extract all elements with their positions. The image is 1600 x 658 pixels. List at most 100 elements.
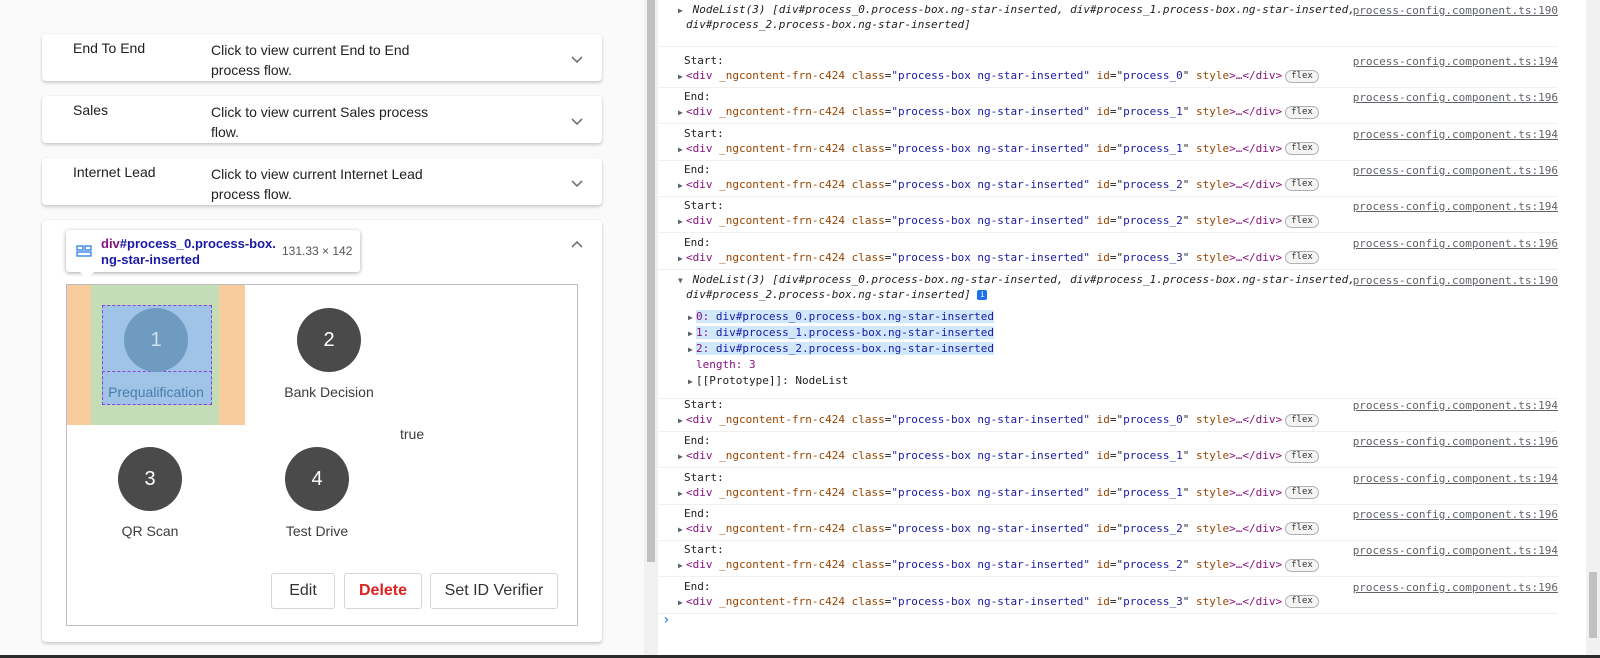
console-nodelist-message[interactable]: ▶ NodeList(3) [div#process_0.process-box… xyxy=(658,0,1558,47)
console-log-message[interactable]: Start: process-config.component.ts:194 ▶ <d… xyxy=(658,51,1558,88)
console-nodelist-expanded[interactable]: ▼ NodeList(3) [div#process_0.process-box… xyxy=(658,270,1558,399)
info-icon[interactable]: i xyxy=(977,290,988,300)
expand-triangle-icon[interactable]: ▶ xyxy=(688,313,696,322)
element-preview[interactable]: ▶ <div _ngcontent-frn-c424 class="process… xyxy=(678,486,1319,500)
expand-triangle-icon[interactable]: ▶ xyxy=(678,72,686,81)
flex-badge[interactable]: flex xyxy=(1285,558,1319,572)
log-label: Start: xyxy=(684,126,724,140)
console-log-message[interactable]: Start: process-config.component.ts:194 ▶ <d… xyxy=(658,395,1558,432)
flex-badge[interactable]: flex xyxy=(1285,214,1319,228)
source-link[interactable]: process-config.component.ts:190 xyxy=(1353,4,1558,17)
log-label: End: xyxy=(684,90,711,104)
source-link[interactable]: process-config.component.ts:196 xyxy=(1353,164,1558,177)
element-preview[interactable]: ▶ <div _ngcontent-frn-c424 class="process… xyxy=(678,214,1319,228)
source-link[interactable]: process-config.component.ts:196 xyxy=(1353,435,1558,448)
expand-triangle-icon[interactable]: ▶ xyxy=(678,108,686,117)
collapse-triangle-icon[interactable]: ▼ xyxy=(678,274,686,288)
element-preview[interactable]: ▶ <div _ngcontent-frn-c424 class="process… xyxy=(678,595,1319,608)
expand-triangle-icon[interactable]: ▶ xyxy=(678,145,686,154)
element-preview[interactable]: ▶ <div _ngcontent-frn-c424 class="process… xyxy=(678,69,1319,83)
nodelist-item[interactable]: ▶ 2: div#process_2.process-box.ng-star-in… xyxy=(688,342,995,355)
console-log-message[interactable]: Start: process-config.component.ts:194 ▶ <d… xyxy=(658,468,1558,505)
flex-badge[interactable]: flex xyxy=(1285,413,1319,427)
flex-badge[interactable]: flex xyxy=(1285,105,1319,119)
expand-triangle-icon[interactable]: ▶ xyxy=(678,217,686,226)
element-preview[interactable]: ▶ <div _ngcontent-frn-c424 class="process… xyxy=(678,251,1319,264)
flex-badge[interactable]: flex xyxy=(1285,522,1319,536)
console-log-message[interactable]: Start: process-config.component.ts:194 ▶ <d… xyxy=(658,196,1558,234)
chevron-down-icon[interactable] xyxy=(568,112,586,130)
console-prompt[interactable]: › xyxy=(662,612,670,628)
source-link[interactable]: process-config.component.ts:196 xyxy=(1353,91,1558,104)
flex-badge[interactable]: flex xyxy=(1285,449,1319,463)
console-log-message[interactable]: End: process-config.component.ts:196 ▶ <div… xyxy=(658,577,1558,614)
console-log-message[interactable]: Start: process-config.component.ts:194 ▶ <d… xyxy=(658,124,1558,161)
expand-triangle-icon[interactable]: ▶ xyxy=(678,489,686,498)
source-link[interactable]: process-config.component.ts:194 xyxy=(1353,472,1558,485)
source-link[interactable]: process-config.component.ts:196 xyxy=(1353,508,1558,521)
source-link[interactable]: process-config.component.ts:196 xyxy=(1353,581,1558,594)
edit-button[interactable]: Edit xyxy=(271,573,335,609)
nodelist-item[interactable]: ▶ 0: div#process_0.process-box.ng-star-in… xyxy=(688,310,995,323)
expand-triangle-icon[interactable]: ▶ xyxy=(678,525,686,534)
nodelist-summary[interactable]: ▼ NodeList(3) [div#process_0.process-box… xyxy=(678,273,1378,302)
element-preview[interactable]: ▶ <div _ngcontent-frn-c424 class="process… xyxy=(678,105,1319,119)
chevron-up-icon[interactable] xyxy=(568,236,586,254)
source-link[interactable]: process-config.component.ts:194 xyxy=(1353,399,1558,412)
element-preview[interactable]: ▶ <div _ngcontent-frn-c424 class="process… xyxy=(678,413,1319,427)
console-log-message[interactable]: End: process-config.component.ts:196 ▶ <div… xyxy=(658,233,1558,270)
flex-badge[interactable]: flex xyxy=(1285,69,1319,83)
element-preview[interactable]: ▶ <div _ngcontent-frn-c424 class="process… xyxy=(678,558,1319,572)
step-number: 1 xyxy=(124,308,188,372)
process-step-1[interactable]: 1 Prequalification xyxy=(101,308,211,400)
expand-triangle-icon[interactable]: ▶ xyxy=(688,329,696,338)
process-step-3[interactable]: 3 QR Scan xyxy=(95,447,205,539)
console-log-message[interactable]: End: process-config.component.ts:196 ▶ <div… xyxy=(658,504,1558,541)
console-log-message[interactable]: End: process-config.component.ts:196 ▶ <div… xyxy=(658,160,1558,197)
delete-button[interactable]: Delete xyxy=(344,573,422,609)
expand-triangle-icon[interactable]: ▶ xyxy=(678,254,686,263)
process-flow-box: 1 Prequalification 2 Bank Decision true … xyxy=(66,284,578,626)
flex-badge[interactable]: flex xyxy=(1285,251,1319,264)
expand-triangle-icon[interactable]: ▶ xyxy=(678,4,686,18)
element-preview[interactable]: ▶ <div _ngcontent-frn-c424 class="process… xyxy=(678,142,1319,156)
source-link[interactable]: process-config.component.ts:194 xyxy=(1353,544,1558,557)
expand-triangle-icon[interactable]: ▶ xyxy=(678,416,686,425)
flex-badge[interactable]: flex xyxy=(1285,486,1319,500)
element-preview[interactable]: ▶ <div _ngcontent-frn-c424 class="process… xyxy=(678,178,1319,192)
source-link[interactable]: process-config.component.ts:196 xyxy=(1353,237,1558,250)
expand-triangle-icon[interactable]: ▶ xyxy=(678,181,686,190)
panel-end-to-end[interactable]: End To End Click to view current End to … xyxy=(42,34,602,81)
process-step-4[interactable]: 4 Test Drive xyxy=(262,447,372,539)
source-link[interactable]: process-config.component.ts:190 xyxy=(1353,274,1558,287)
console-scroll-thumb[interactable] xyxy=(1589,572,1597,638)
console-log-message[interactable]: End: process-config.component.ts:196 ▶ <div… xyxy=(658,87,1558,125)
source-link[interactable]: process-config.component.ts:194 xyxy=(1353,200,1558,213)
nodelist-item[interactable]: ▶ 1: div#process_1.process-box.ng-star-in… xyxy=(688,326,995,339)
flex-badge[interactable]: flex xyxy=(1285,178,1319,192)
console-log-message[interactable]: Start: process-config.component.ts:194 ▶ <d… xyxy=(658,540,1558,578)
flex-badge[interactable]: flex xyxy=(1285,595,1319,608)
nodelist-summary[interactable]: ▶ NodeList(3) [div#process_0.process-box… xyxy=(678,3,1378,32)
page-scrollbar[interactable] xyxy=(644,0,658,658)
expand-triangle-icon[interactable]: ▶ xyxy=(688,345,696,354)
flex-badge[interactable]: flex xyxy=(1285,142,1319,156)
expand-triangle-icon[interactable]: ▶ xyxy=(678,452,686,461)
element-preview[interactable]: ▶ <div _ngcontent-frn-c424 class="process… xyxy=(678,449,1319,463)
chevron-down-icon[interactable] xyxy=(568,174,586,192)
element-preview[interactable]: ▶ <div _ngcontent-frn-c424 class="process… xyxy=(678,522,1319,536)
source-link[interactable]: process-config.component.ts:194 xyxy=(1353,55,1558,68)
source-link[interactable]: process-config.component.ts:194 xyxy=(1353,128,1558,141)
chevron-down-icon[interactable] xyxy=(568,50,586,68)
console-log-message[interactable]: End: process-config.component.ts:196 ▶ <div… xyxy=(658,431,1558,469)
nodelist-prototype[interactable]: ▶ [[Prototype]]: NodeList xyxy=(688,374,848,387)
set-id-verifier-button[interactable]: Set ID Verifier xyxy=(430,573,558,609)
panel-internet-lead[interactable]: Internet Lead Click to view current Inte… xyxy=(42,158,602,205)
expand-triangle-icon[interactable]: ▶ xyxy=(688,377,696,386)
process-step-2[interactable]: 2 Bank Decision xyxy=(274,308,384,400)
expand-triangle-icon[interactable]: ▶ xyxy=(678,561,686,570)
page-scroll-thumb[interactable] xyxy=(647,0,655,562)
panel-sales[interactable]: Sales Click to view current Sales proces… xyxy=(42,96,602,143)
console-scrollbar[interactable] xyxy=(1586,0,1600,658)
expand-triangle-icon[interactable]: ▶ xyxy=(678,598,686,607)
